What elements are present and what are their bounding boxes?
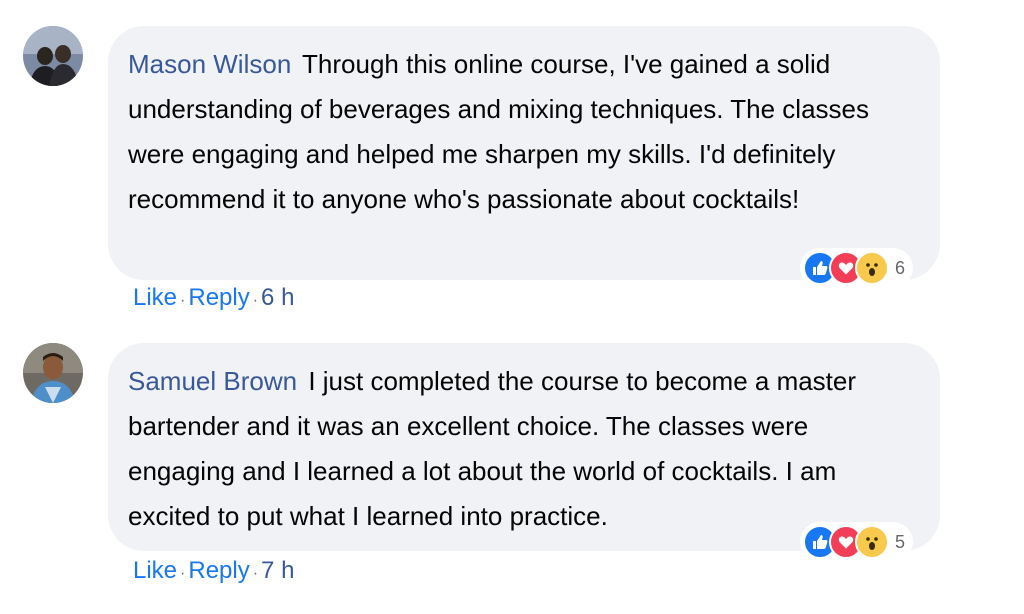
comment-bubble: Mason Wilson Through this online course,… bbox=[108, 26, 940, 280]
reactions-summary[interactable]: 6 bbox=[800, 248, 914, 288]
avatar[interactable] bbox=[23, 343, 83, 403]
comment-body: Samuel Brown I just completed the course… bbox=[128, 359, 920, 539]
comment-bubble: Samuel Brown I just completed the course… bbox=[108, 343, 940, 551]
reply-button[interactable]: Reply bbox=[188, 557, 249, 585]
comment-timestamp[interactable]: 7 h bbox=[261, 557, 294, 585]
reply-button[interactable]: Reply bbox=[188, 284, 249, 312]
comment-body: Mason Wilson Through this online course,… bbox=[128, 42, 920, 222]
reaction-count: 5 bbox=[895, 531, 906, 552]
separator-dot: · bbox=[252, 292, 259, 309]
comment-author[interactable]: Mason Wilson bbox=[128, 49, 291, 79]
like-button[interactable]: Like bbox=[133, 557, 177, 585]
comment-author[interactable]: Samuel Brown bbox=[128, 366, 297, 396]
separator-dot: · bbox=[252, 565, 259, 582]
wow-reaction-icon bbox=[855, 251, 889, 285]
avatar[interactable] bbox=[23, 26, 83, 86]
comment-actions: Like · Reply · 6 h bbox=[133, 284, 294, 312]
separator-dot: · bbox=[180, 565, 186, 582]
comments-section: Mason Wilson Through this online course,… bbox=[0, 0, 1024, 614]
reaction-count: 6 bbox=[895, 257, 906, 278]
wow-reaction-icon bbox=[855, 525, 889, 559]
reactions-summary[interactable]: 5 bbox=[800, 522, 914, 562]
like-button[interactable]: Like bbox=[133, 284, 177, 312]
separator-dot: · bbox=[180, 292, 186, 309]
comment-actions: Like · Reply · 7 h bbox=[133, 557, 294, 585]
comment-timestamp[interactable]: 6 h bbox=[261, 284, 294, 312]
